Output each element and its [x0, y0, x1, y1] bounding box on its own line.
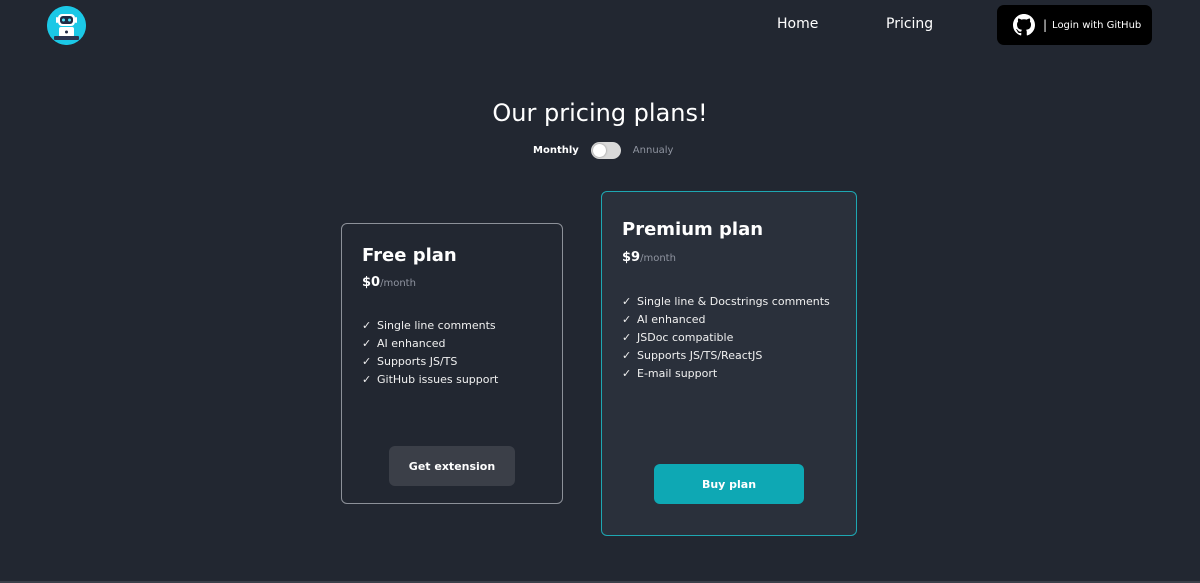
plan-name: Free plan [362, 245, 457, 266]
check-icon: ✓ [362, 319, 372, 332]
plan-price: $9/month [622, 250, 676, 265]
page-title: Our pricing plans! [492, 99, 708, 127]
feature-item: ✓ Supports JS/TS/ReactJS [622, 347, 830, 365]
check-icon: ✓ [622, 295, 632, 308]
feature-list: ✓ Single line comments ✓ AI enhanced ✓ Supp… [362, 317, 498, 389]
price-amount: $0 [362, 275, 381, 290]
check-icon: ✓ [622, 367, 632, 380]
github-separator: | [1043, 18, 1048, 32]
feature-item: ✓ GitHub issues support [362, 371, 498, 389]
price-amount: $9 [622, 250, 641, 265]
feature-item: ✓ AI enhanced [622, 311, 830, 329]
feature-text: AI enhanced [377, 337, 446, 350]
check-icon: ✓ [622, 313, 632, 326]
feature-text: AI enhanced [637, 313, 706, 326]
login-with-github-button[interactable]: | Login with GitHub [997, 5, 1152, 45]
free-plan-card: Free plan $0/month ✓ Single line comments… [341, 223, 563, 504]
nav-home-link[interactable]: Home [777, 16, 818, 32]
feature-text: Supports JS/TS [377, 355, 458, 368]
toggle-label-annually: Annualy [632, 144, 674, 156]
check-icon: ✓ [362, 373, 372, 386]
feature-text: JSDoc compatible [637, 331, 734, 344]
buy-plan-button[interactable]: Buy plan [654, 464, 804, 504]
plan-name: Premium plan [622, 219, 764, 240]
check-icon: ✓ [362, 337, 372, 350]
billing-toggle-row: Monthly Annualy [533, 141, 673, 159]
nav-pricing-link[interactable]: Pricing [886, 16, 933, 32]
get-extension-button[interactable]: Get extension [389, 446, 515, 486]
feature-text: Single line comments [377, 319, 496, 332]
feature-text: Supports JS/TS/ReactJS [637, 349, 763, 362]
robot-icon [47, 6, 86, 45]
feature-item: ✓ E-mail support [622, 365, 830, 383]
feature-text: GitHub issues support [377, 373, 499, 386]
feature-list: ✓ Single line & Docstrings comments ✓ AI e… [622, 293, 830, 383]
billing-period-switch[interactable] [590, 141, 621, 159]
switch-knob [592, 143, 606, 157]
check-icon: ✓ [622, 349, 632, 362]
feature-item: ✓ AI enhanced [362, 335, 498, 353]
price-period: /month [380, 278, 416, 289]
toggle-label-monthly: Monthly [533, 144, 579, 156]
feature-text: Single line & Docstrings comments [637, 295, 830, 308]
logo-robot-icon[interactable] [47, 6, 86, 45]
feature-item: ✓ Single line & Docstrings comments [622, 293, 830, 311]
github-icon [1013, 14, 1035, 36]
github-login-label: Login with GitHub [1052, 19, 1142, 31]
price-period: /month [640, 253, 676, 264]
check-icon: ✓ [622, 331, 632, 344]
feature-item: ✓ Single line comments [362, 317, 498, 335]
check-icon: ✓ [362, 355, 372, 368]
feature-item: ✓ Supports JS/TS [362, 353, 498, 371]
plan-price: $0/month [362, 275, 416, 290]
feature-item: ✓ JSDoc compatible [622, 329, 830, 347]
premium-plan-card: Premium plan $9/month ✓ Single line & Doc… [601, 191, 857, 536]
feature-text: E-mail support [637, 367, 718, 380]
